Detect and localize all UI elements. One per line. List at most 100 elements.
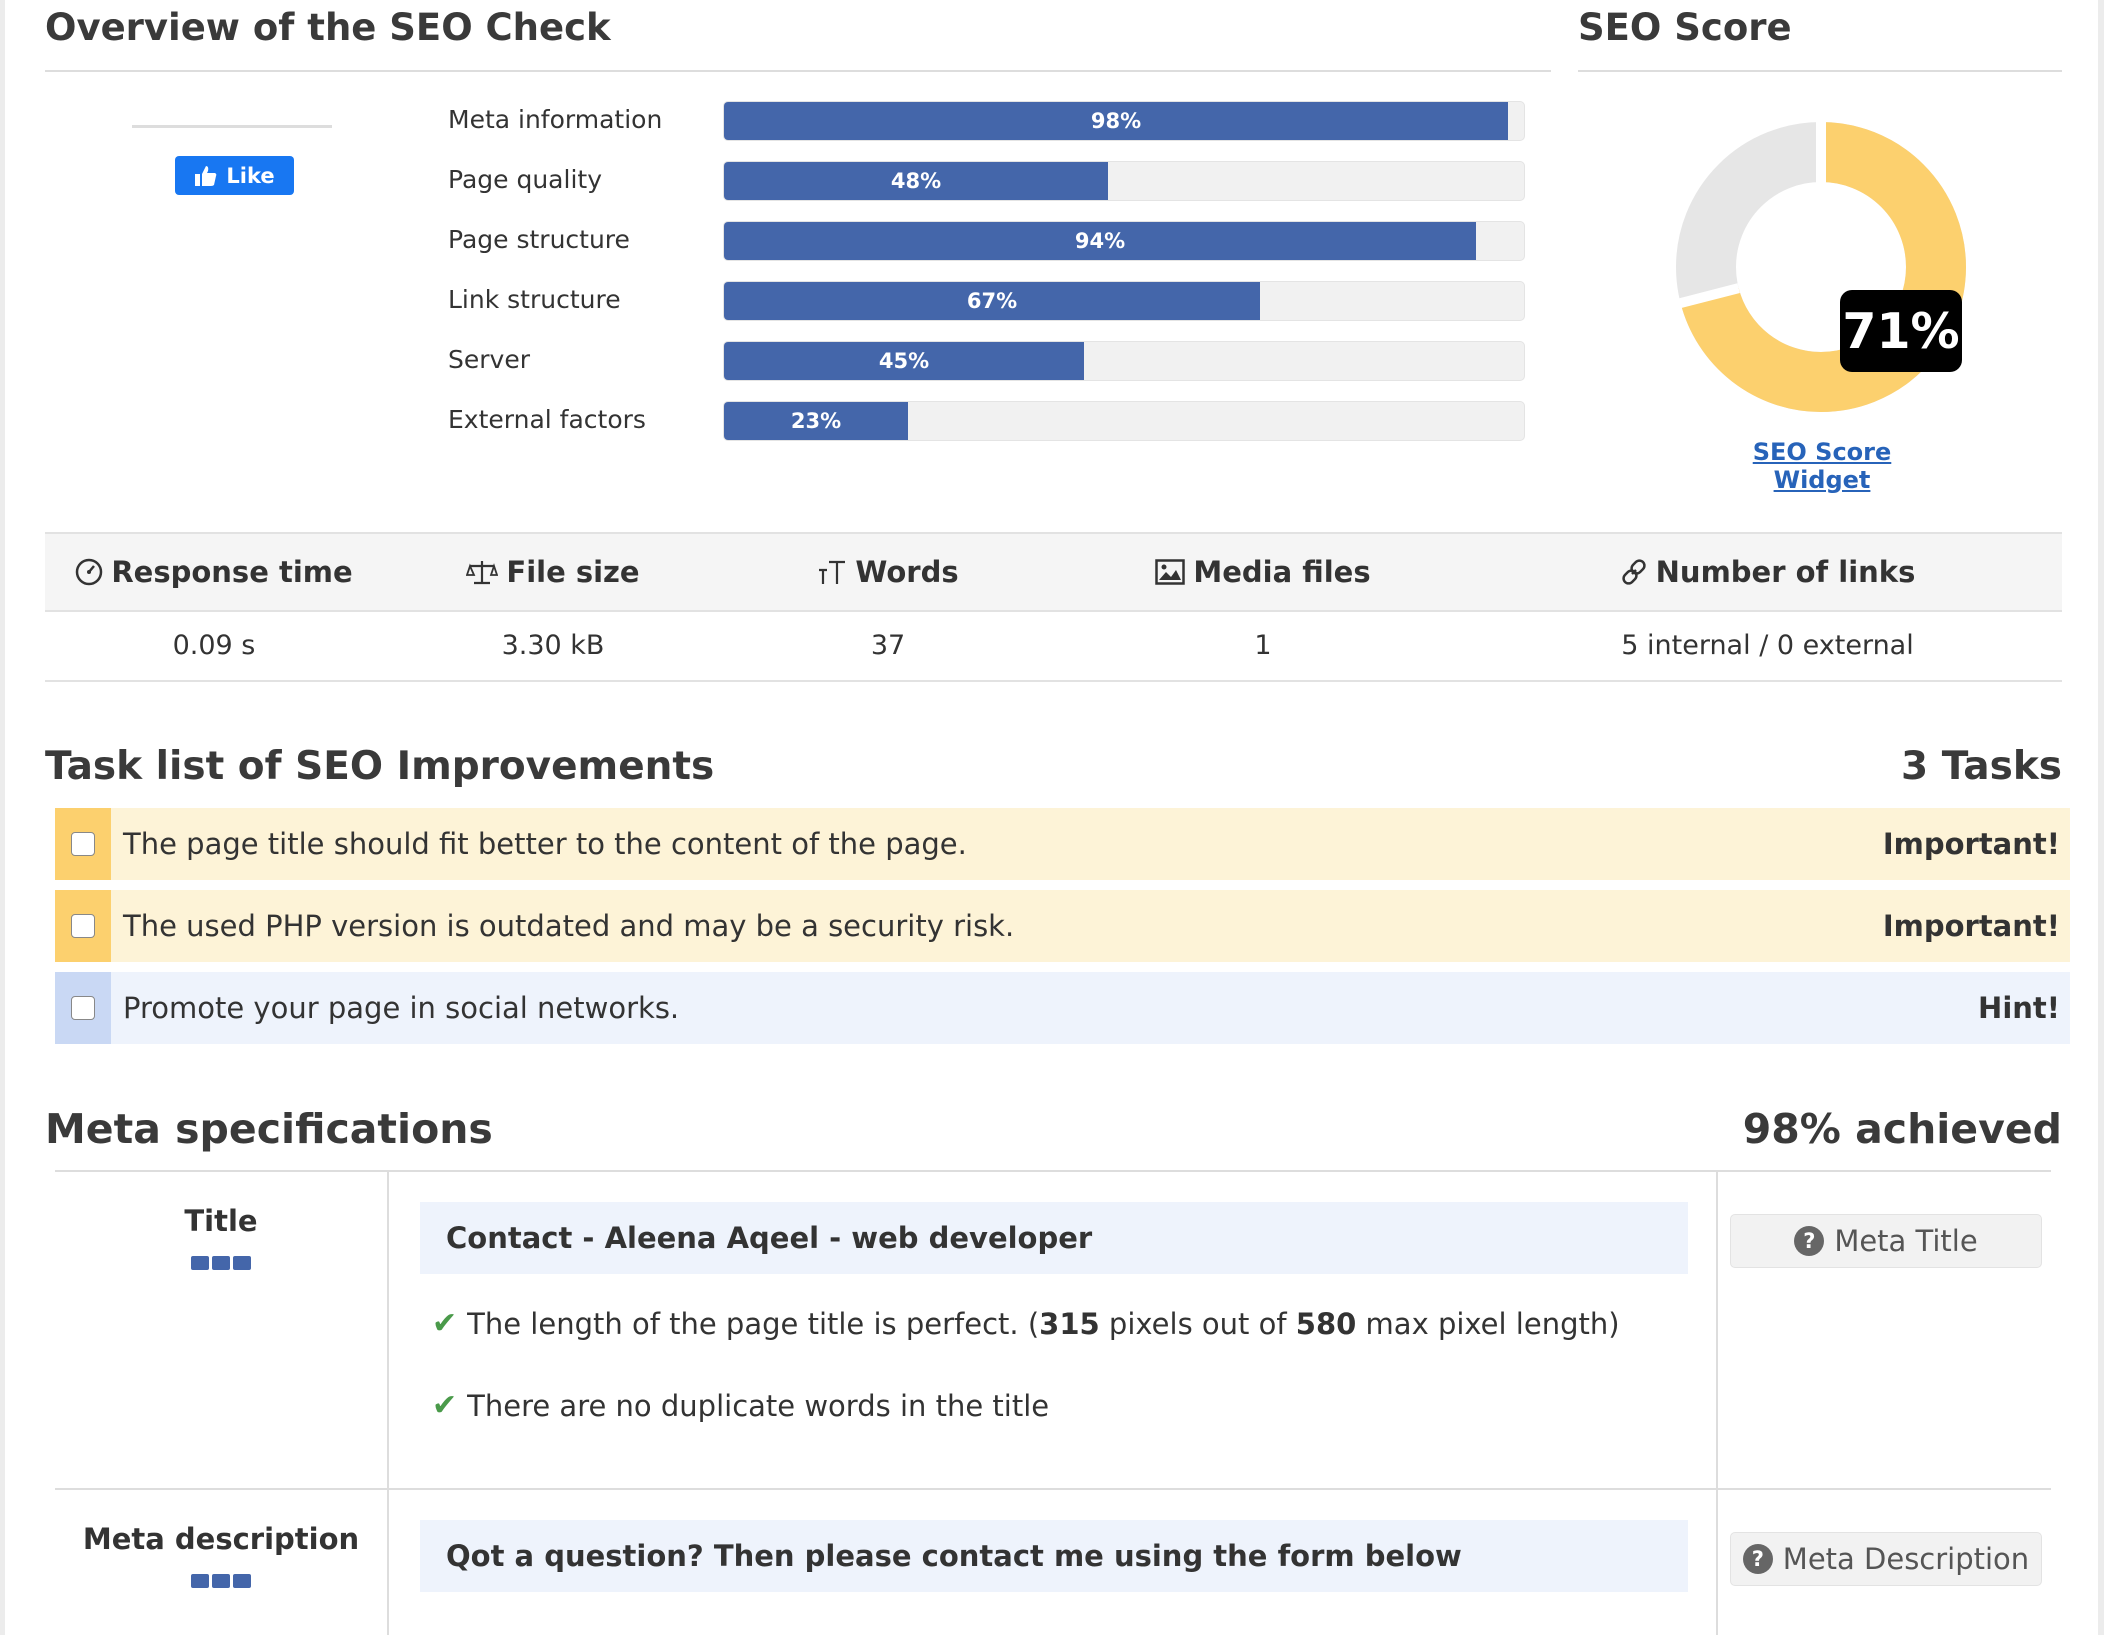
task-level: Important! xyxy=(1882,909,2060,943)
meta-check-item: ✔ There are no duplicate words in the ti… xyxy=(432,1388,1049,1423)
stat-value: 5 internal / 0 external xyxy=(1621,629,1914,661)
meta-description-value: Qot a question? Then please contact me u… xyxy=(420,1520,1688,1592)
task-priority-marker xyxy=(55,972,111,1044)
task-priority-marker xyxy=(55,808,111,880)
task-item: The used PHP version is outdated and may… xyxy=(55,890,2070,962)
checkmark-icon: ✔ xyxy=(432,1388,458,1423)
task-list-title: Task list of SEO Improvements xyxy=(45,744,715,789)
overview-title: Overview of the SEO Check xyxy=(45,6,611,49)
bar-track: 94% xyxy=(723,221,1525,261)
bar-label: External factors xyxy=(448,405,646,434)
button-label: Meta Description xyxy=(1782,1542,2030,1576)
stat-label: Number of links xyxy=(1655,555,1916,589)
thumbs-up-icon xyxy=(195,165,217,186)
overview-divider xyxy=(45,70,1551,72)
meta-title-help-button[interactable]: ? Meta Title xyxy=(1730,1214,2042,1268)
stat-header-media-files: Media files xyxy=(1053,534,1473,610)
bar-fill: 48% xyxy=(724,162,1108,200)
meta-title-label: Title xyxy=(184,1204,258,1238)
bar-fill: 23% xyxy=(724,402,908,440)
facebook-like-button[interactable]: Like xyxy=(175,156,294,195)
like-label: Like xyxy=(226,163,275,188)
bar-label: Server xyxy=(448,345,530,374)
bar-row-server: Server 45% xyxy=(448,338,1528,382)
task-level: Hint! xyxy=(1978,991,2060,1025)
meta-description-help-button[interactable]: ? Meta Description xyxy=(1730,1532,2042,1586)
bar-label: Page structure xyxy=(448,225,630,254)
bar-fill: 98% xyxy=(724,102,1508,140)
image-icon xyxy=(1155,559,1186,585)
rating-dots xyxy=(191,1256,251,1270)
button-label: Meta Title xyxy=(1834,1224,1978,1258)
bar-row-link-structure: Link structure 67% xyxy=(448,278,1528,322)
scrollbar-track[interactable] xyxy=(2098,0,2104,1635)
gauge-icon xyxy=(76,558,103,586)
meta-column-divider xyxy=(1716,1172,1718,1635)
task-item: The page title should fit better to the … xyxy=(55,808,2070,880)
meta-row-divider xyxy=(55,1488,2051,1490)
link-icon xyxy=(1621,559,1646,585)
seo-score-title: SEO Score xyxy=(1578,6,1792,49)
left-border xyxy=(0,0,5,1635)
stat-value: 37 xyxy=(870,629,906,661)
question-icon: ? xyxy=(1742,1544,1773,1574)
bar-label: Meta information xyxy=(448,105,663,134)
bar-track: 23% xyxy=(723,401,1525,441)
seo-score-widget-link[interactable]: SEO Score Widget xyxy=(1722,438,1922,494)
stat-label: File size xyxy=(506,555,640,589)
task-checkbox[interactable] xyxy=(71,914,95,938)
bar-label: Page quality xyxy=(448,165,602,194)
meta-column-divider xyxy=(387,1172,389,1635)
stat-value-words: 37 xyxy=(723,610,1053,680)
check-text: The length of the page title is perfect.… xyxy=(467,1306,1620,1341)
task-text: The page title should fit better to the … xyxy=(123,827,967,861)
meta-divider xyxy=(55,1170,2051,1172)
task-count: 3 Tasks xyxy=(1901,744,2062,789)
stats-header-row: Response time File size Words Media file… xyxy=(45,532,2062,612)
task-text: The used PHP version is outdated and may… xyxy=(123,909,1015,943)
task-checkbox[interactable] xyxy=(71,996,95,1020)
bar-fill: 67% xyxy=(724,282,1260,320)
bar-row-page-structure: Page structure 94% xyxy=(448,218,1528,262)
bar-track: 98% xyxy=(723,101,1525,141)
check-text: There are no duplicate words in the titl… xyxy=(467,1388,1050,1423)
task-text: Promote your page in social networks. xyxy=(123,991,680,1025)
bar-fill: 94% xyxy=(724,222,1476,260)
bar-track: 67% xyxy=(723,281,1525,321)
stat-header-words: Words xyxy=(723,534,1053,610)
stat-label: Response time xyxy=(111,555,353,589)
meta-title-value: Contact - Aleena Aqeel - web developer xyxy=(420,1202,1688,1274)
stat-value-response-time: 0.09 s xyxy=(45,610,383,680)
bar-fill: 45% xyxy=(724,342,1084,380)
bar-track: 45% xyxy=(723,341,1525,381)
task-checkbox[interactable] xyxy=(71,832,95,856)
stat-value-media-files: 1 xyxy=(1053,610,1473,680)
stat-header-response-time: Response time xyxy=(45,534,383,610)
rating-dots xyxy=(191,1574,251,1588)
stat-value: 3.30 kB xyxy=(501,629,605,661)
seo-score-value: 71% xyxy=(1840,290,1962,372)
stat-header-number-of-links: Number of links xyxy=(1473,534,2062,610)
stat-label: Words xyxy=(855,555,959,589)
task-level: Important! xyxy=(1882,827,2060,861)
like-divider xyxy=(132,125,332,128)
bar-label: Link structure xyxy=(448,285,621,314)
meta-achieved: 98% achieved xyxy=(1742,1105,2062,1153)
stat-value: 1 xyxy=(1254,629,1272,661)
question-icon: ? xyxy=(1794,1226,1825,1256)
meta-check-item: ✔ The length of the page title is perfec… xyxy=(432,1306,1620,1341)
stat-value-number-of-links: 5 internal / 0 external xyxy=(1473,610,2062,680)
scale-icon xyxy=(466,561,499,585)
bar-row-external-factors: External factors 23% xyxy=(448,398,1528,442)
meta-specifications-title: Meta specifications xyxy=(45,1105,493,1153)
bar-track: 48% xyxy=(723,161,1525,201)
score-divider xyxy=(1578,70,2062,72)
text-icon xyxy=(819,560,846,584)
stat-label: Media files xyxy=(1193,555,1371,589)
task-item: Promote your page in social networks. Hi… xyxy=(55,972,2070,1044)
bar-row-page-quality: Page quality 48% xyxy=(448,158,1528,202)
task-priority-marker xyxy=(55,890,111,962)
checkmark-icon: ✔ xyxy=(432,1306,458,1341)
stats-values-row: 0.09 s 3.30 kB 37 1 5 internal / 0 exter… xyxy=(45,610,2062,682)
stat-header-file-size: File size xyxy=(383,534,723,610)
